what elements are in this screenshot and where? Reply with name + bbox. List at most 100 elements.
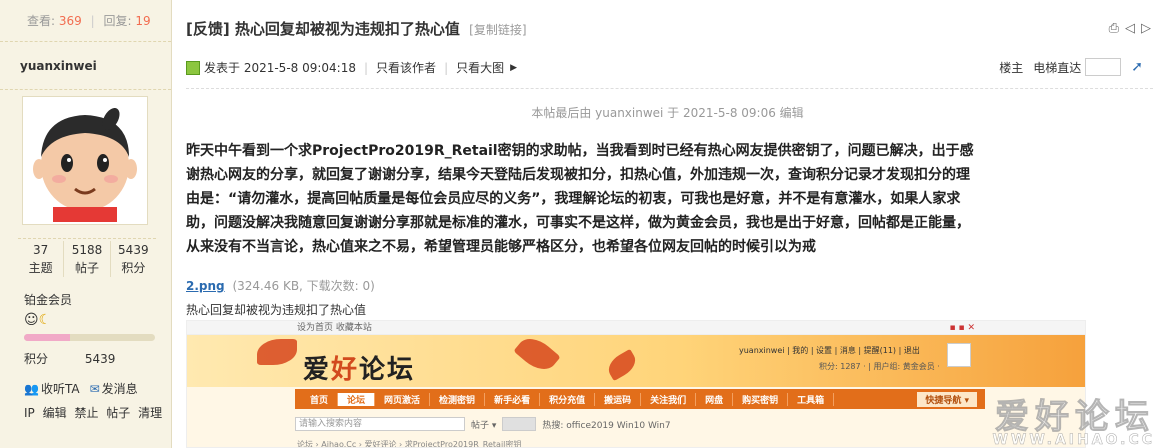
message-button[interactable]: ✉ 发消息 (90, 380, 138, 397)
big-image-link[interactable]: 只看大图 (456, 59, 504, 76)
watermark-cn: 爱好论坛 (995, 397, 1155, 438)
image-search-row: 请输入搜索内容 帖子 ▾ 热搜: office2019 Win10 Win7 (295, 415, 985, 433)
count-posts[interactable]: 5188 帖子 (64, 241, 111, 277)
views-label: 查看: (27, 14, 56, 28)
admin-clean-link[interactable]: 清理 (138, 406, 162, 420)
posted-at: 发表于 2021-5-8 09:04:18 (204, 61, 356, 75)
edited-note: 本帖最后由 yuanxinwei 于 2021-5-8 09:06 编辑 (531, 106, 804, 120)
follow-button[interactable]: 👥 收听TA (24, 380, 80, 397)
image-caption: 热心回复却被视为违规扣了热心值 (186, 303, 367, 317)
image-nav-item: 工具箱 (788, 392, 835, 406)
user-group[interactable]: 铂金会员 (24, 291, 72, 308)
image-nav-item: 购买密钥 (733, 392, 789, 406)
image-user-line: yuanxinwei | 我的 | 设置 | 消息 | 提醒(11) | 退出 (739, 346, 920, 355)
attachment-meta: (324.46 KB, 下载次数: 0) (232, 279, 375, 293)
replies-count: 19 (135, 14, 151, 28)
author-counts: 37 主题 5188 帖子 5439 积分 (18, 238, 156, 277)
moon-icon: ☾ (38, 312, 52, 328)
image-nav-item: 网页激活 (375, 392, 431, 406)
watermark: 爱好论坛 WWW.AIHAO.CC (992, 389, 1155, 448)
count-credits-label: 积分 (121, 261, 146, 275)
post-meta-bar: 发表于 2021-5-8 09:04:18 | 只看该作者 | 只看大图 ▶ (186, 59, 517, 76)
follow-icon: 👥 (24, 382, 39, 396)
image-nav-item: 检测密钥 (430, 392, 486, 406)
count-threads[interactable]: 37 主题 (18, 241, 65, 277)
site-logo: 爱好论坛 (303, 349, 415, 386)
divider: | (444, 60, 449, 75)
level-progress-bar (24, 334, 155, 341)
logo-char: 爱 (303, 355, 332, 385)
credit-label: 积分 (24, 352, 49, 366)
level-progress-fill (24, 334, 70, 341)
count-threads-value: 37 (33, 243, 49, 257)
logo-char: 论坛 (359, 355, 416, 385)
credit-value: 5439 (84, 352, 116, 366)
watermark-en: WWW.AIHAO.CC (992, 432, 1155, 448)
admin-posts-link[interactable]: 帖子 (106, 406, 130, 420)
only-author-link[interactable]: 只看该作者 (376, 59, 436, 76)
title-tools: ⎙ ◁ ▷ (1109, 21, 1151, 36)
image-nav-item: 网盘 (696, 392, 734, 406)
views-count: 369 (58, 14, 82, 28)
admin-ban-link[interactable]: 禁止 (74, 406, 98, 420)
copy-link-button[interactable]: [复制链接] (469, 23, 526, 37)
online-status-icon (186, 60, 200, 75)
message-label: 发消息 (101, 382, 138, 396)
author-username[interactable]: yuanxinwei (0, 42, 171, 90)
image-strip-text: 设为首页 收藏本站 (297, 323, 372, 333)
image-top-strip: 设为首页 收藏本站 ▪ ▪ ✕ (187, 321, 1085, 335)
image-avatar (947, 343, 971, 367)
envelope-icon: ✉ (89, 382, 100, 396)
image-nav-item: 首页 (301, 392, 339, 406)
replies-label: 回复: (103, 14, 132, 28)
jump-floor-input[interactable] (1085, 58, 1122, 76)
floor-label: 楼主 (999, 60, 1024, 75)
credit-line: 积分 5439 (24, 350, 115, 367)
count-credits[interactable]: 5439 积分 (111, 241, 156, 277)
image-search-scope: 帖子 ▾ (471, 420, 497, 431)
jump-label: 电梯直达 (1033, 60, 1082, 75)
thread-title-text: [反馈] 热心回复却被视为违规扣了热心值 (186, 20, 460, 38)
divider: | (364, 60, 369, 75)
post-body: 昨天中午看到一个求ProjectPro2019R_Retail密钥的求助帖，当我… (186, 143, 974, 255)
image-breadcrumb: 论坛 › Aihao.Cc › 爱好评论 › 求ProjectPro2019R_… (297, 440, 522, 448)
attached-image[interactable]: 设为首页 收藏本站 ▪ ▪ ✕ 爱好论坛 yuanxinwei | 我的 | 设… (186, 320, 1086, 448)
medal-icons: ☺☾ (24, 312, 51, 328)
admin-ip-link[interactable]: IP (24, 406, 35, 420)
admin-edit-link[interactable]: 编辑 (43, 406, 67, 420)
triangle-right-icon: ▶ (510, 62, 518, 73)
image-quick-nav: 快捷导航 ▾ (917, 391, 977, 407)
leaf-decoration (604, 348, 640, 382)
image-search-box: 请输入搜索内容 (295, 417, 465, 431)
go-icon[interactable]: ➚ (1131, 59, 1143, 75)
count-credits-value: 5439 (118, 243, 149, 257)
attachment-link[interactable]: 2.png (186, 279, 225, 293)
image-user-line2: 积分: 1287 · | 用户组: 黄金会员 · (819, 362, 940, 371)
admin-links: IP 编辑 禁止 帖子 清理 (24, 404, 166, 421)
image-nav-item: 关注我们 (641, 392, 697, 406)
image-nav-item: 论坛 (338, 392, 376, 406)
floor-tools: 楼主 电梯直达 ➚ (999, 58, 1143, 76)
attachment: 2.png (324.46 KB, 下载次数: 0) (186, 277, 375, 294)
author-actions: 👥 收听TA ✉ 发消息 (24, 380, 138, 397)
author-sidebar: 查看: 369 | 回复: 19 yuanxinwei 37 主题 5188 帖… (0, 0, 172, 448)
count-threads-label: 主题 (28, 261, 53, 275)
image-search-button (502, 417, 537, 431)
print-icon[interactable]: ⎙ (1109, 21, 1119, 36)
image-nav: 首页 论坛 网页激活 检测密钥 新手必看 积分充值 搬运码 关注我们 网盘 购买… (295, 389, 985, 409)
divider-line (186, 88, 1153, 89)
smile-icon: ☺ (24, 312, 39, 328)
logo-char: 好 (331, 355, 360, 385)
leaf-decoration (513, 331, 561, 377)
image-banner: 爱好论坛 yuanxinwei | 我的 | 设置 | 消息 | 提醒(11) … (187, 331, 1085, 387)
divider: | (90, 14, 95, 28)
avatar[interactable] (22, 96, 148, 225)
count-posts-label: 帖子 (74, 261, 99, 275)
window-controls-icon: ▪ ▪ ✕ (949, 323, 975, 333)
thread-stats: 查看: 369 | 回复: 19 (0, 0, 171, 42)
prev-thread-icon[interactable]: ◁ (1125, 21, 1135, 36)
next-thread-icon[interactable]: ▷ (1141, 21, 1151, 36)
image-nav-item: 积分充值 (540, 392, 596, 406)
thread-title: [反馈] 热心回复却被视为违规扣了热心值 [复制链接] (186, 18, 527, 39)
count-posts-value: 5188 (71, 243, 103, 257)
